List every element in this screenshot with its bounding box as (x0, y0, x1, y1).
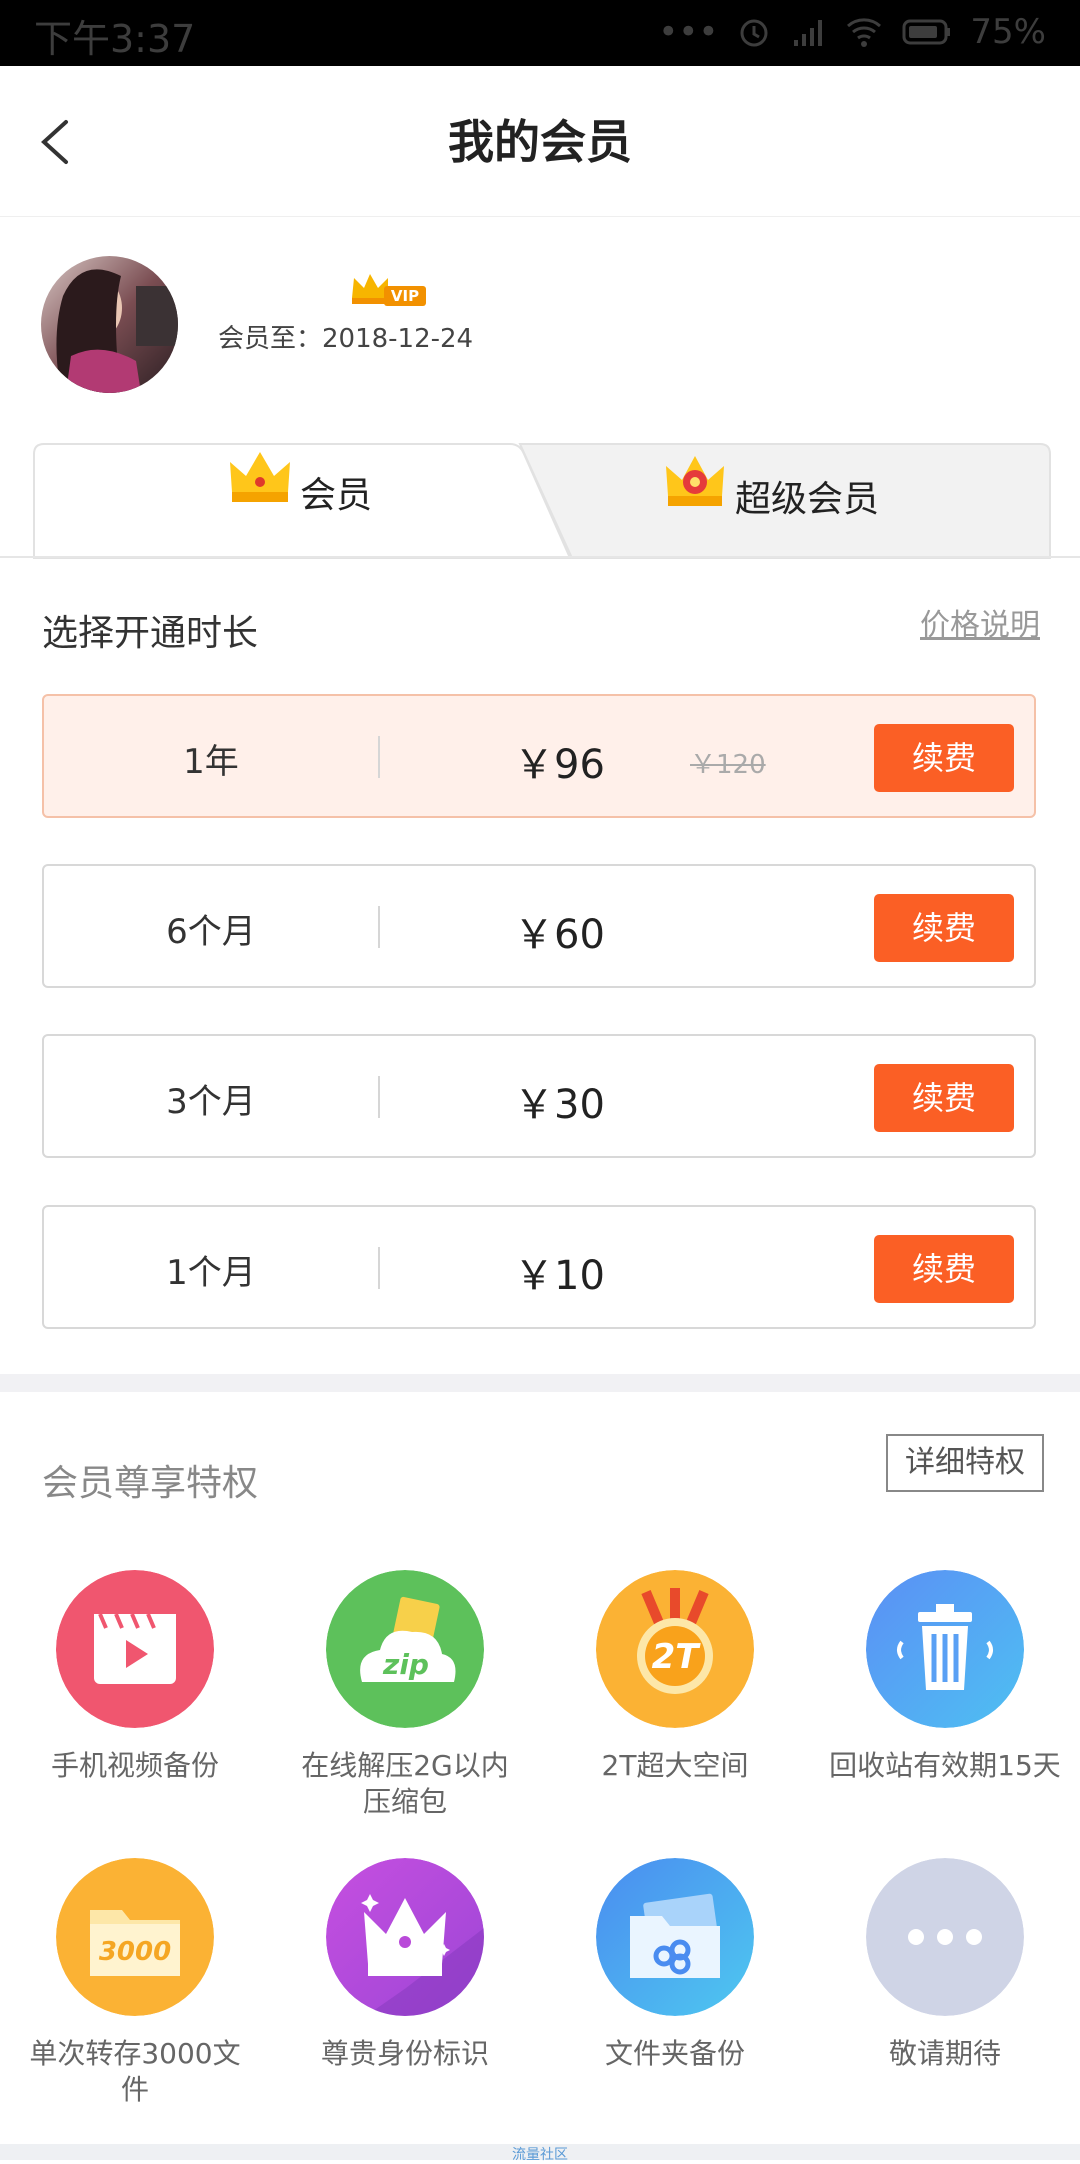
folder-icon-text: 3000 (99, 1937, 171, 1967)
membership-expire-date: 会员至：2018-12-24 (218, 324, 474, 354)
signal-icon (794, 20, 823, 46)
plan-price: ￥96 (514, 742, 605, 788)
plan-price: ￥60 (514, 912, 605, 958)
renew-button[interactable]: 续费 (874, 724, 1014, 792)
vip-badge-text: VIP (391, 287, 419, 305)
folder-3000-icon: 3000 (56, 1858, 214, 2016)
battery-percent: 75% (970, 12, 1046, 52)
plan-price: ￥10 (514, 1253, 605, 1299)
crown-super-icon (666, 456, 724, 506)
perk-label: 在线解压2G以内压缩包 (301, 1749, 509, 1818)
plan-card-6-months[interactable]: 6个月 ￥60 续费 (42, 864, 1036, 988)
plan-separator (378, 1076, 380, 1118)
battery-icon (902, 19, 951, 45)
perk-transfer-3000[interactable]: 3000 单次转存3000文件 (0, 1858, 270, 2108)
plan-separator (378, 906, 380, 948)
plan-duration: 6个月 (166, 912, 256, 952)
perk-coming-soon: 敬请期待 (810, 1858, 1080, 2072)
wifi-icon (847, 18, 882, 47)
more-icon (866, 1858, 1024, 2016)
duration-section-label: 选择开通时长 (42, 613, 259, 654)
plan-separator (378, 736, 380, 778)
perk-label: 2T超大空间 (601, 1749, 749, 1782)
avatar[interactable] (41, 256, 178, 393)
renew-button[interactable]: 续费 (874, 1235, 1014, 1303)
status-time: 下午3:37 (34, 17, 196, 61)
perks-detail-button[interactable]: 详细特权 (886, 1434, 1044, 1492)
watermark: 流量社区 (512, 2147, 568, 2163)
perk-online-unzip[interactable]: zip 在线解压2G以内压缩包 (270, 1570, 540, 1820)
status-bar: 下午3:37 ••• 75% (0, 0, 1080, 66)
zip-cloud-icon: zip (326, 1570, 484, 1728)
perk-folder-backup[interactable]: 文件夹备份 (540, 1858, 810, 2072)
folder-cloud-icon (596, 1858, 754, 2016)
price-info-link[interactable]: 价格说明 (920, 600, 1040, 644)
plan-card-3-months[interactable]: 3个月 ￥30 续费 (42, 1034, 1036, 1158)
perk-label: 敬请期待 (888, 2037, 1001, 2070)
plan-card-1-year[interactable]: 1年 ￥96 ￥120 续费 (42, 694, 1036, 818)
trash-icon (866, 1570, 1024, 1728)
medal-2t-icon: 2T (596, 1570, 754, 1728)
tab-member[interactable] (34, 444, 554, 554)
plan-card-1-month[interactable]: 1个月 ￥10 续费 (42, 1205, 1036, 1329)
plan-duration: 1年 (183, 742, 239, 782)
tab-super-label: 超级会员 (735, 479, 880, 520)
status-icons: ••• 75% (658, 12, 1046, 52)
medal-icon-text: 2T (652, 1637, 702, 1677)
renew-button[interactable]: 续费 (874, 894, 1014, 962)
perk-vip-identity[interactable]: 尊贵身份标识 (270, 1858, 540, 2072)
plan-original-price: ￥120 (690, 750, 766, 780)
tab-divider (0, 556, 1080, 558)
alarm-icon (740, 19, 768, 47)
perks-title: 会员尊享特权 (42, 1463, 259, 1504)
vip-badge-icon: VIP (352, 274, 426, 306)
perk-label: 文件夹备份 (604, 2037, 745, 2070)
plan-separator (378, 1247, 380, 1289)
zip-icon-text: zip (382, 1648, 429, 1681)
page-title: 我的会员 (448, 115, 632, 169)
plan-duration: 3个月 (166, 1082, 256, 1122)
perk-label: 尊贵身份标识 (320, 2037, 489, 2070)
perk-label: 单次转存3000文件 (29, 2037, 241, 2106)
plan-price: ￥30 (514, 1082, 605, 1128)
perk-2t-space[interactable]: 2T 2T超大空间 (540, 1570, 810, 1784)
crown-icon (326, 1858, 484, 2016)
renew-button[interactable]: 续费 (874, 1064, 1014, 1132)
perk-label: 手机视频备份 (50, 1749, 219, 1782)
perk-recycle-bin[interactable]: 回收站有效期15天 (810, 1570, 1080, 1784)
tab-member-label: 会员 (300, 475, 373, 516)
perk-video-backup[interactable]: 手机视频备份 (0, 1570, 270, 1784)
plan-duration: 1个月 (166, 1253, 256, 1293)
perk-label: 回收站有效期15天 (829, 1749, 1061, 1782)
more-dots-icon: ••• (658, 12, 719, 52)
section-divider (0, 1374, 1080, 1392)
header: 我的会员 (0, 66, 1080, 217)
video-icon (56, 1570, 214, 1728)
crown-gold-icon (230, 452, 290, 502)
